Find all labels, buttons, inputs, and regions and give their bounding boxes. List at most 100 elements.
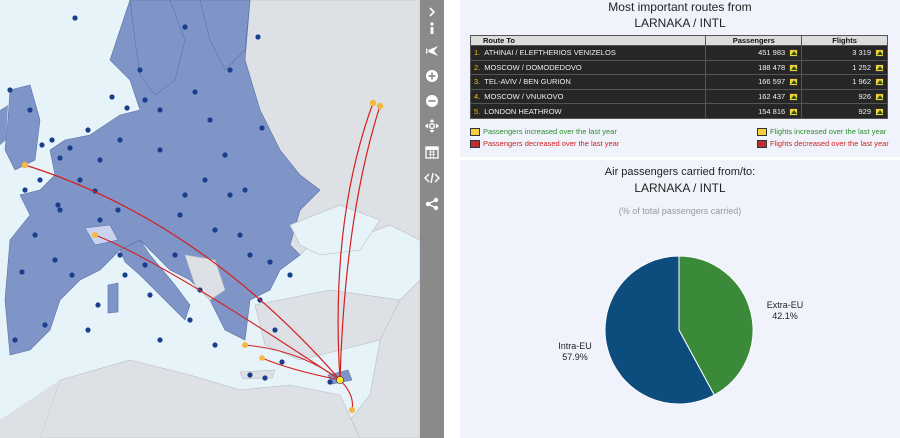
airport-dot[interactable] bbox=[287, 272, 293, 278]
passengers-cell: 188 478 bbox=[705, 59, 803, 76]
airport-dot[interactable] bbox=[142, 97, 148, 103]
airport-dot[interactable] bbox=[12, 337, 18, 343]
airport-dot[interactable] bbox=[272, 327, 278, 333]
airport-dot[interactable] bbox=[85, 127, 91, 133]
airport-dot[interactable] bbox=[32, 232, 38, 238]
airport-dot[interactable] bbox=[22, 187, 28, 193]
routes-table-row[interactable]: 5. LONDON HEATHROW 154 816 929 bbox=[469, 103, 888, 119]
col-route-to[interactable]: Route To bbox=[469, 35, 707, 46]
airport-dot[interactable] bbox=[207, 117, 213, 123]
airport-dot[interactable] bbox=[37, 177, 43, 183]
airport-dot[interactable] bbox=[19, 269, 25, 275]
airport-dot[interactable] bbox=[182, 24, 188, 30]
route-cell[interactable]: 5. LONDON HEATHROW bbox=[469, 103, 707, 119]
airport-dot[interactable] bbox=[202, 177, 208, 183]
airport-dot[interactable] bbox=[85, 327, 91, 333]
route-cell[interactable]: 4. MOSCOW / VNUKOVO bbox=[469, 88, 707, 105]
airport-dot[interactable] bbox=[67, 145, 73, 151]
airport-dot[interactable] bbox=[259, 125, 265, 131]
calendar-icon[interactable] bbox=[422, 142, 442, 162]
airport-dot[interactable] bbox=[115, 207, 121, 213]
airport-dot[interactable] bbox=[247, 252, 253, 258]
airport-moscow-vko[interactable] bbox=[376, 102, 384, 110]
airport-dot[interactable] bbox=[212, 342, 218, 348]
airport-dot[interactable] bbox=[39, 142, 45, 148]
airport-dot[interactable] bbox=[122, 272, 128, 278]
flights-value: 3 319 bbox=[852, 48, 871, 58]
airport-dot[interactable] bbox=[97, 217, 103, 223]
col-passengers[interactable]: Passengers bbox=[705, 35, 803, 46]
routes-table: Route To Passengers Flights 1. ATHINAI / … bbox=[469, 35, 888, 119]
airport-dot[interactable] bbox=[7, 87, 13, 93]
airport-moscow-dme[interactable] bbox=[369, 99, 377, 107]
routes-table-row[interactable]: 3. TEL-AVIV / BEN GURION 166 597 1 962 bbox=[469, 74, 888, 90]
route-cell[interactable]: 2. MOSCOW / DOMODEDOVO bbox=[469, 59, 707, 76]
airport-dot[interactable] bbox=[49, 137, 55, 143]
airport-dot[interactable] bbox=[157, 107, 163, 113]
airport-heraklion[interactable] bbox=[259, 355, 265, 361]
airport-dot[interactable] bbox=[177, 212, 183, 218]
routes-table-row[interactable]: 1. ATHINAI / ELEFTHERIOS VENIZELOS 451 983… bbox=[469, 45, 888, 61]
airport-dot[interactable] bbox=[222, 152, 228, 158]
routes-table-row[interactable]: 4. MOSCOW / VNUKOVO 162 437 926 bbox=[469, 88, 888, 105]
intra-eu-name: Intra-EU bbox=[558, 341, 592, 351]
passengers-cell: 166 597 bbox=[705, 74, 803, 90]
route-map[interactable] bbox=[0, 0, 420, 438]
zoom-out-icon[interactable] bbox=[422, 91, 442, 111]
airport-dot[interactable] bbox=[27, 107, 33, 113]
airport-dot[interactable] bbox=[212, 227, 218, 233]
airport-larnaka[interactable] bbox=[336, 376, 344, 384]
airport-dot[interactable] bbox=[97, 157, 103, 163]
airport-dot[interactable] bbox=[109, 94, 115, 100]
airport-dot[interactable] bbox=[172, 252, 178, 258]
airport-dot[interactable] bbox=[247, 372, 253, 378]
airport-dot[interactable] bbox=[227, 67, 233, 73]
airport-geneva[interactable] bbox=[92, 232, 98, 238]
airport-dot[interactable] bbox=[124, 105, 130, 111]
info-icon[interactable] bbox=[422, 18, 442, 38]
airport-dot[interactable] bbox=[242, 187, 248, 193]
col-flights[interactable]: Flights bbox=[801, 35, 888, 46]
airport-dot[interactable] bbox=[237, 232, 243, 238]
airport-dot[interactable] bbox=[77, 177, 83, 183]
airport-dot[interactable] bbox=[327, 379, 333, 385]
share-icon[interactable] bbox=[422, 194, 442, 214]
airport-dot[interactable] bbox=[57, 155, 63, 161]
pie-chart[interactable] bbox=[460, 160, 900, 438]
airport-dot[interactable] bbox=[69, 272, 75, 278]
airport-dot[interactable] bbox=[157, 337, 163, 343]
airport-dot[interactable] bbox=[117, 252, 123, 258]
airport-dot[interactable] bbox=[117, 137, 123, 143]
airport-dot[interactable] bbox=[95, 302, 101, 308]
routes-table-row[interactable]: 2. MOSCOW / DOMODEDOVO 188 478 1 252 bbox=[469, 59, 888, 76]
airport-dot[interactable] bbox=[137, 67, 143, 73]
airport-dot[interactable] bbox=[267, 259, 273, 265]
airport-dot[interactable] bbox=[279, 359, 285, 365]
airport-dot[interactable] bbox=[192, 89, 198, 95]
airport-dot[interactable] bbox=[72, 15, 78, 21]
airport-dot[interactable] bbox=[142, 262, 148, 268]
zoom-in-icon[interactable] bbox=[422, 66, 442, 86]
flights-value: 1 252 bbox=[852, 62, 871, 72]
airport-dot[interactable] bbox=[255, 34, 261, 40]
route-cell[interactable]: 1. ATHINAI / ELEFTHERIOS VENIZELOS bbox=[469, 45, 707, 61]
airport-london[interactable] bbox=[21, 161, 29, 169]
airport-dot[interactable] bbox=[147, 292, 153, 298]
flights-down-icon bbox=[757, 139, 767, 148]
airport-dot[interactable] bbox=[52, 257, 58, 263]
route-cell[interactable]: 3. TEL-AVIV / BEN GURION bbox=[469, 74, 707, 90]
pan-icon[interactable] bbox=[422, 116, 442, 136]
embed-code-icon[interactable] bbox=[422, 168, 442, 188]
airport-dot[interactable] bbox=[55, 202, 61, 208]
plane-icon[interactable] bbox=[422, 41, 442, 61]
airport-dot[interactable] bbox=[262, 375, 268, 381]
map-canvas[interactable] bbox=[0, 0, 420, 438]
airport-dot[interactable] bbox=[227, 192, 233, 198]
airport-dot[interactable] bbox=[57, 207, 63, 213]
airport-dot[interactable] bbox=[42, 322, 48, 328]
airport-dot[interactable] bbox=[157, 147, 163, 153]
airport-dot[interactable] bbox=[187, 317, 193, 323]
airport-telaviv[interactable] bbox=[349, 407, 355, 413]
airport-athens[interactable] bbox=[242, 342, 248, 348]
airport-dot[interactable] bbox=[182, 192, 188, 198]
